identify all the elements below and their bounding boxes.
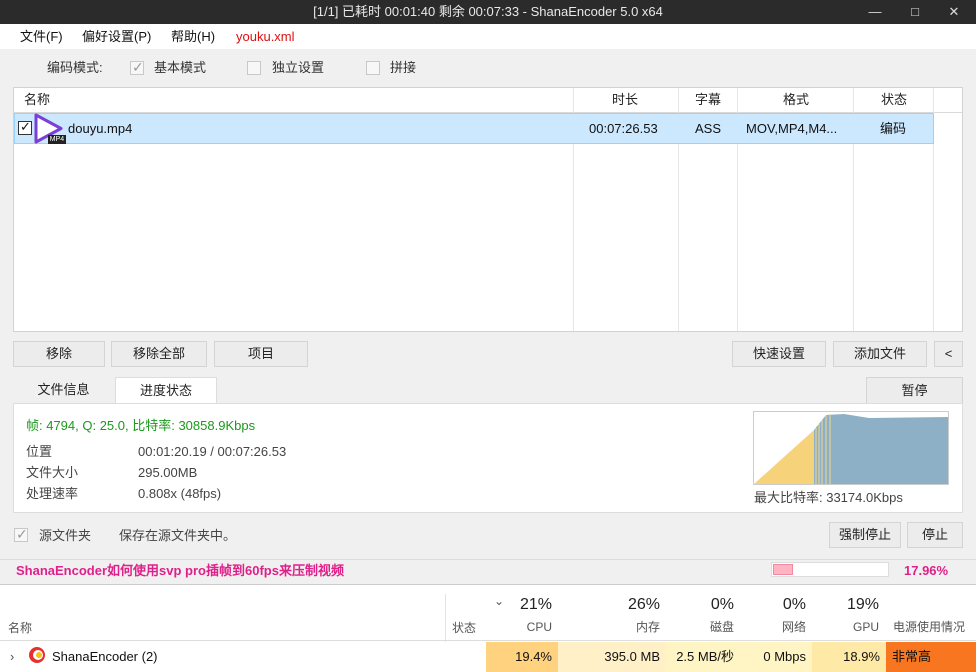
window-title: [1/1] 已耗时 00:01:40 剩余 00:07:33 - ShanaEn… <box>313 4 663 19</box>
remove-all-button[interactable]: 移除全部 <box>111 341 207 367</box>
basic-mode-label[interactable]: 基本模式 <box>154 58 206 78</box>
tm-memory-label[interactable]: 内存 <box>560 618 660 636</box>
column-status[interactable]: 状态 <box>881 88 907 112</box>
source-folder-label: 源文件夹 <box>39 528 92 543</box>
maximize-button[interactable]: □ <box>895 0 935 24</box>
minimize-button[interactable]: — <box>855 0 895 24</box>
position-value: 00:01:20.19 / 00:07:26.53 <box>138 444 287 459</box>
force-stop-button[interactable]: 强制停止 <box>829 522 901 548</box>
file-format: MOV,MP4,M4... <box>746 121 838 136</box>
tm-status-header[interactable]: 状态 <box>452 619 476 637</box>
file-status: 编码 <box>880 121 907 136</box>
separate-settings-checkbox[interactable] <box>247 61 261 75</box>
bitrate-graph <box>753 411 949 485</box>
tm-name-header[interactable]: 名称 <box>8 619 32 637</box>
tm-process-network: 0 Mbps <box>740 642 812 672</box>
close-button[interactable]: ✕ <box>934 0 974 24</box>
file-size-value: 295.00MB <box>138 465 198 480</box>
column-format[interactable]: 格式 <box>783 88 809 112</box>
overall-progress-bar <box>771 562 889 577</box>
pause-button[interactable]: 暂停 <box>866 377 963 404</box>
tab-file-info[interactable]: 文件信息 <box>13 377 114 403</box>
overall-progress-fill <box>773 564 793 575</box>
file-size-label: 文件大小 <box>26 465 79 480</box>
tm-process-power: 非常高 <box>886 642 976 672</box>
column-duration[interactable]: 时长 <box>612 88 638 112</box>
encode-mode-label: 编码模式: <box>47 60 103 75</box>
file-name: douyu.mp4 <box>68 121 133 136</box>
expand-chevron-icon[interactable]: › <box>10 642 14 672</box>
item-button[interactable]: 项目 <box>214 341 308 367</box>
mp4-badge: MP4 <box>48 135 66 144</box>
tm-process-gpu: 18.9% <box>812 642 886 672</box>
tm-gpu-label[interactable]: GPU <box>812 618 879 636</box>
column-subtitle[interactable]: 字幕 <box>695 88 721 112</box>
tm-process-disk: 2.5 MB/秒 <box>666 642 740 672</box>
shana-encoder-icon <box>29 647 45 663</box>
menu-profile[interactable]: youku.xml <box>236 24 295 49</box>
menu-help[interactable]: 帮助(H) <box>171 24 215 49</box>
max-bitrate: 最大比特率: 33174.0Kbps <box>754 490 903 505</box>
file-duration: 00:07:26.53 <box>589 121 658 136</box>
tm-process-memory: 395.0 MB <box>558 642 666 672</box>
tip-link[interactable]: ShanaEncoder如何使用svp pro插帧到60fps来压制视频 <box>16 562 344 580</box>
speed-label: 处理速率 <box>26 486 79 501</box>
file-row-checkbox[interactable]: ✓ <box>18 119 32 135</box>
menu-file[interactable]: 文件(F) <box>20 24 63 49</box>
tm-network-pct[interactable]: 0% <box>740 594 806 616</box>
menu-preferences[interactable]: 偏好设置(P) <box>82 24 151 49</box>
separate-settings-label[interactable]: 独立设置 <box>272 58 324 78</box>
add-file-button[interactable]: 添加文件 <box>833 341 927 367</box>
tm-power-header[interactable]: 电源使用情况 <box>893 618 965 636</box>
tm-cpu-pct[interactable]: 21% <box>486 594 552 616</box>
source-folder-checkbox[interactable] <box>14 526 28 543</box>
output-message: 保存在源文件夹中。 <box>119 528 237 543</box>
concat-label: 拼接 <box>390 60 417 75</box>
tm-process-cpu: 19.4% <box>486 642 558 672</box>
tm-network-label[interactable]: 网络 <box>740 618 806 636</box>
overall-progress-text: 17.96% <box>904 563 949 578</box>
basic-mode-checkbox[interactable] <box>130 59 144 76</box>
column-name[interactable]: 名称 <box>24 88 50 112</box>
speed-value: 0.808x (48fps) <box>138 486 222 501</box>
tm-disk-label[interactable]: 磁盘 <box>666 618 734 636</box>
collapse-button[interactable]: < <box>934 341 963 367</box>
bitrate-graph-svg <box>754 414 948 484</box>
position-label: 位置 <box>26 444 53 459</box>
tm-disk-pct[interactable]: 0% <box>666 594 734 616</box>
tab-progress[interactable]: 进度状态 <box>115 377 217 403</box>
tm-cpu-label[interactable]: CPU <box>486 618 552 636</box>
file-subtitle: ASS <box>695 121 722 136</box>
tm-gpu-pct[interactable]: 19% <box>812 594 879 616</box>
tm-memory-pct[interactable]: 26% <box>560 594 660 616</box>
title-bar: [1/1] 已耗时 00:01:40 剩余 00:07:33 - ShanaEn… <box>0 0 976 24</box>
tm-process-name: ShanaEncoder (2) <box>52 649 158 664</box>
concat-checkbox[interactable] <box>366 61 380 75</box>
tm-divider <box>445 594 446 642</box>
remove-button[interactable]: 移除 <box>13 341 105 367</box>
quick-settings-button[interactable]: 快速设置 <box>732 341 826 367</box>
encode-stats: 帧: 4794, Q: 25.0, 比特率: 30858.9Kbps <box>26 418 256 433</box>
stop-button[interactable]: 停止 <box>907 522 963 548</box>
